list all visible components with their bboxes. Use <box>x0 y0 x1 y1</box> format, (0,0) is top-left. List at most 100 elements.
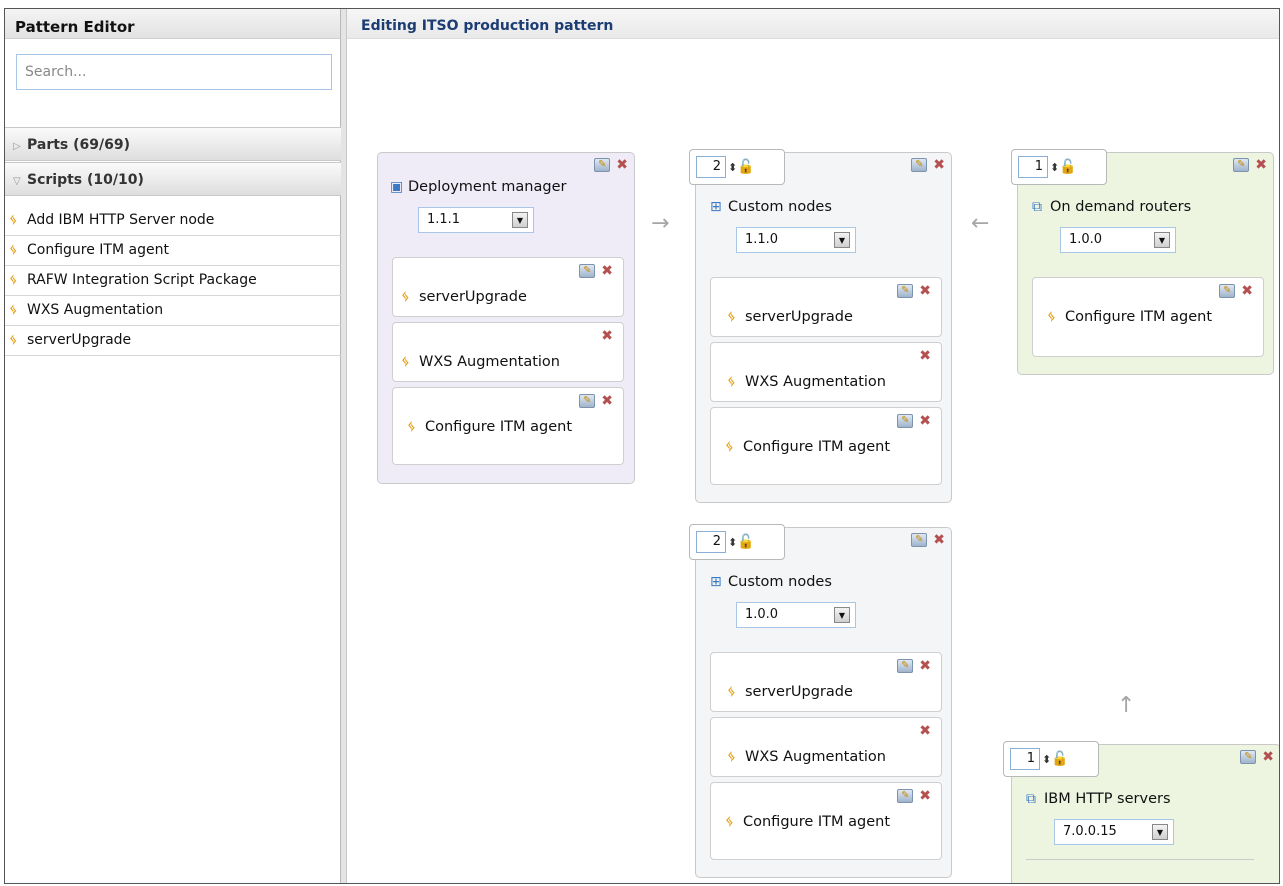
spinner-icon[interactable]: ⬍ <box>728 536 737 549</box>
instance-count-control: 1 ⬍🔓 <box>1003 741 1099 777</box>
part-title-label: Custom nodes <box>728 574 832 590</box>
script-card[interactable]: ✎ ✖ ᛃ serverUpgrade <box>710 652 942 712</box>
list-item[interactable]: ᛃ WXS Augmentation <box>5 296 341 326</box>
version-select[interactable]: 1.0.0 ▼ <box>1060 227 1176 253</box>
script-name: Configure ITM agent <box>1065 309 1213 325</box>
script-name: WXS Augmentation <box>745 374 886 390</box>
script-card[interactable]: ✎ ✖ ᛃ Configure ITM agent <box>710 782 942 860</box>
instance-count-control: 2 ⬍🔓 <box>689 524 785 560</box>
script-icon: ᛃ <box>407 419 416 435</box>
script-card[interactable]: ✖ ᛃ WXS Augmentation <box>710 342 942 402</box>
edit-icon[interactable]: ✎ <box>911 533 928 547</box>
delete-icon[interactable]: ✖ <box>919 788 931 804</box>
list-item[interactable]: ᛃ serverUpgrade <box>5 326 341 356</box>
script-card[interactable]: ✎ ✖ ᛃ Configure ITM agent <box>710 407 942 485</box>
dropdown-arrow-icon[interactable]: ▼ <box>1154 232 1170 248</box>
script-icon: ᛃ <box>727 749 736 765</box>
delete-icon[interactable]: ✖ <box>919 413 931 429</box>
version-select[interactable]: 1.0.0 ▼ <box>736 602 856 628</box>
delete-icon[interactable]: ✖ <box>1241 283 1253 299</box>
edit-icon[interactable]: ✎ <box>1240 750 1257 764</box>
spinner-icon[interactable]: ⬍ <box>728 161 737 174</box>
delete-icon[interactable]: ✖ <box>919 658 931 674</box>
search-input[interactable]: Search... <box>16 54 332 90</box>
part-title: ⊞ Custom nodes <box>710 199 832 215</box>
part-title-label: IBM HTTP servers <box>1044 791 1171 807</box>
dropdown-arrow-icon[interactable]: ▼ <box>834 607 850 623</box>
script-card-label: ᛃ serverUpgrade <box>727 306 853 328</box>
delete-icon[interactable]: ✖ <box>919 723 931 739</box>
instance-count-input[interactable]: 1 <box>1010 748 1040 770</box>
delete-icon[interactable]: ✖ <box>933 532 945 548</box>
edit-icon[interactable]: ✎ <box>897 789 914 803</box>
edit-icon[interactable]: ✎ <box>897 659 914 673</box>
part-custom-nodes[interactable]: ✎ ✖ ⊞ Custom nodes 1.0.0 ▼ ✎ ✖ ᛃ serverUpgrad… <box>695 527 952 878</box>
unlock-icon[interactable]: 🔓 <box>737 159 754 175</box>
dropdown-arrow-icon[interactable]: ▼ <box>1152 824 1168 840</box>
script-card[interactable]: ✎ ✖ ᛃ Configure ITM agent <box>1032 277 1264 357</box>
script-name: Configure ITM agent <box>743 439 891 455</box>
edit-icon[interactable]: ✎ <box>1233 158 1250 172</box>
part-on-demand-routers[interactable]: ✎ ✖ ⧉ On demand routers 1.0.0 ▼ ✎ ✖ ᛃ Configu… <box>1017 152 1274 375</box>
delete-icon[interactable]: ✖ <box>601 393 613 409</box>
spinner-icon[interactable]: ⬍ <box>1050 161 1059 174</box>
script-card[interactable]: ✎ ✖ ᛃ serverUpgrade <box>392 257 624 317</box>
part-tools: ✎ ✖ <box>911 157 945 173</box>
delete-icon[interactable]: ✖ <box>919 348 931 364</box>
script-icon: ᛃ <box>727 684 736 700</box>
edit-icon[interactable]: ✎ <box>897 414 914 428</box>
script-name: WXS Augmentation <box>419 354 560 370</box>
script-card[interactable]: ✎ ✖ ᛃ Configure ITM agent <box>392 387 624 465</box>
edit-icon[interactable]: ✎ <box>579 394 596 408</box>
delete-icon[interactable]: ✖ <box>601 263 613 279</box>
dropdown-arrow-icon[interactable]: ▼ <box>512 212 528 228</box>
instance-count-input[interactable]: 2 <box>696 156 726 178</box>
list-item[interactable]: ᛃ RAFW Integration Script Package <box>5 266 341 296</box>
version-select[interactable]: 1.1.0 ▼ <box>736 227 856 253</box>
unlock-icon[interactable]: 🔓 <box>737 534 754 550</box>
version-select[interactable]: 7.0.0.15 ▼ <box>1054 819 1174 845</box>
edit-icon[interactable]: ✎ <box>911 158 928 172</box>
version-value: 1.0.0 <box>745 607 779 622</box>
delete-icon[interactable]: ✖ <box>933 157 945 173</box>
dropdown-arrow-icon[interactable]: ▼ <box>834 232 850 248</box>
script-card[interactable]: ✖ ᛃ WXS Augmentation <box>392 322 624 382</box>
instance-count-control: 1 ⬍🔓 <box>1011 149 1107 185</box>
part-tools: ✎ ✖ <box>594 157 628 173</box>
instance-count-input[interactable]: 1 <box>1018 156 1048 178</box>
part-title-label: On demand routers <box>1050 199 1192 215</box>
part-deployment-manager[interactable]: ✎ ✖ ▣ Deployment manager 1.1.1 ▼ ✎ ✖ ᛃ server… <box>377 152 635 484</box>
router-icon: ⧉ <box>1032 199 1042 215</box>
script-icon: ᛃ <box>9 242 18 258</box>
script-card-label: ᛃ WXS Augmentation <box>727 746 886 768</box>
script-card[interactable]: ✎ ✖ ᛃ serverUpgrade <box>710 277 942 337</box>
unlock-icon[interactable]: 🔓 <box>1051 751 1068 767</box>
version-select[interactable]: 1.1.1 ▼ <box>418 207 534 233</box>
script-card-label: ᛃ Configure ITM agent <box>1047 306 1217 328</box>
edit-icon[interactable]: ✎ <box>1219 284 1236 298</box>
scripts-accordion-header[interactable]: ▽ Scripts (10/10) <box>5 162 341 196</box>
list-item[interactable]: ᛃ Add IBM HTTP Server node <box>5 206 341 236</box>
page-title: Editing ITSO production pattern <box>347 9 1279 39</box>
delete-icon[interactable]: ✖ <box>919 283 931 299</box>
parts-accordion-header[interactable]: ▷ Parts (69/69) <box>5 127 341 161</box>
script-card[interactable]: ✖ ᛃ WXS Augmentation <box>710 717 942 777</box>
unlock-icon[interactable]: 🔓 <box>1059 159 1076 175</box>
list-item[interactable]: ᛃ Configure ITM agent <box>5 236 341 266</box>
edit-icon[interactable]: ✎ <box>897 284 914 298</box>
delete-icon[interactable]: ✖ <box>1255 157 1267 173</box>
link-arrow-up: ↑ <box>1117 693 1136 718</box>
part-custom-nodes[interactable]: ✎ ✖ ⊞ Custom nodes 1.1.0 ▼ ✎ ✖ ᛃ serverUpgrad… <box>695 152 952 503</box>
custom-nodes-icon: ⊞ <box>710 574 722 590</box>
instance-count-input[interactable]: 2 <box>696 531 726 553</box>
delete-icon[interactable]: ✖ <box>616 157 628 173</box>
script-name: WXS Augmentation <box>745 749 886 765</box>
deployment-manager-icon: ▣ <box>390 179 404 195</box>
delete-icon[interactable]: ✖ <box>1262 749 1274 765</box>
edit-icon[interactable]: ✎ <box>579 264 596 278</box>
spinner-icon[interactable]: ⬍ <box>1042 753 1051 766</box>
script-name: serverUpgrade <box>419 289 527 305</box>
delete-icon[interactable]: ✖ <box>601 328 613 344</box>
script-card-label: ᛃ WXS Augmentation <box>401 351 560 373</box>
edit-icon[interactable]: ✎ <box>594 158 611 172</box>
